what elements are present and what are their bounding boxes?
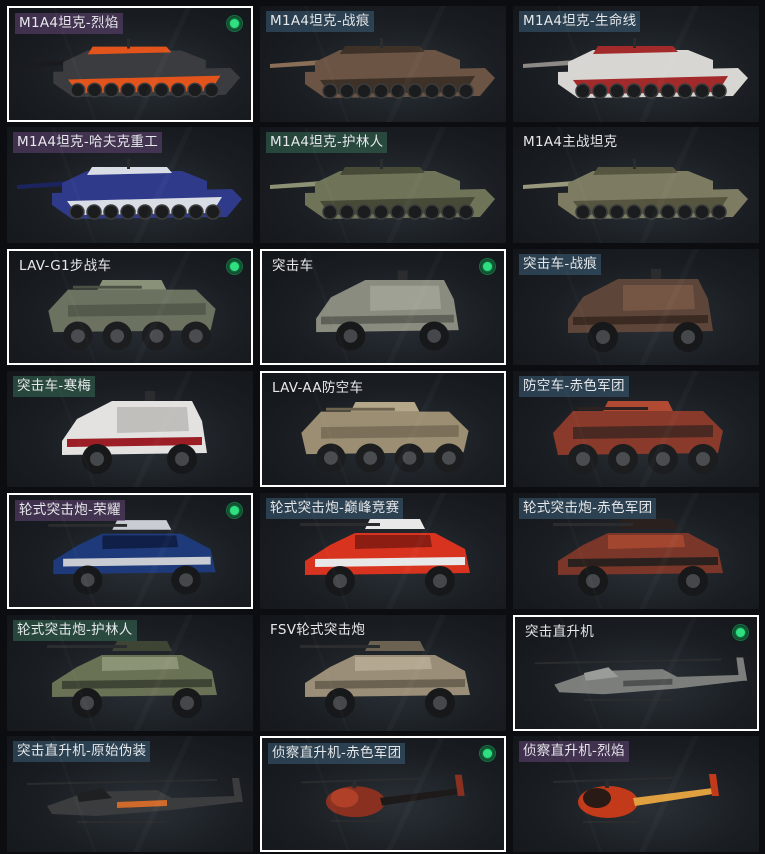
vehicle-skin-card[interactable]: M1A4坦克-生命线: [513, 6, 759, 122]
jeep-vehicle-art: [48, 520, 216, 595]
equipped-indicator-icon: [227, 259, 242, 274]
apc-vehicle-art: [301, 401, 469, 473]
vehicle-skin-card[interactable]: LAV-G1步战车: [7, 249, 253, 365]
scout-vehicle-art: [301, 774, 465, 822]
vehicle-skin-card[interactable]: LAV-AA防空车: [260, 371, 506, 487]
heli-vehicle-art: [26, 778, 243, 823]
vehicle-skin-card[interactable]: 轮式突击炮-赤色军团: [513, 493, 759, 609]
mrap-vehicle-art: [568, 269, 713, 352]
vehicle-skin-card[interactable]: 突击直升机-原始伪装: [7, 736, 253, 852]
vehicle-skin-name: 侦察直升机-赤色军团: [268, 743, 406, 764]
vehicle-skin-name: 轮式突击炮-巅峰竞赛: [266, 498, 404, 519]
vehicle-skin-name: M1A4主战坦克: [523, 134, 618, 150]
tank-vehicle-art: [523, 38, 748, 99]
vehicle-skin-card[interactable]: 侦察直升机-赤色军团: [260, 736, 506, 852]
vehicle-skin-name: LAV-G1步战车: [19, 258, 112, 274]
vehicle-skin-card[interactable]: FSV轮式突击炮: [260, 615, 506, 731]
equipped-indicator-icon: [480, 746, 495, 761]
vehicle-skin-name: M1A4坦克-护林人: [266, 132, 388, 153]
vehicle-skin-card[interactable]: 侦察直升机-烈焰: [513, 736, 759, 852]
vehicle-skin-card[interactable]: 轮式突击炮-护林人: [7, 615, 253, 731]
vehicle-skin-card[interactable]: 突击车-寒梅: [7, 371, 253, 487]
vehicle-skin-name: 轮式突击炮-荣耀: [15, 500, 125, 521]
jeep-vehicle-art: [553, 519, 723, 596]
apc-vehicle-art: [48, 279, 216, 351]
tank-vehicle-art: [270, 159, 495, 220]
scout-vehicle-art: [552, 774, 719, 823]
vehicle-skin-name: 突击车: [272, 258, 314, 274]
vehicle-skin-card[interactable]: M1A4主战坦克: [513, 127, 759, 243]
tank-vehicle-art: [17, 159, 242, 220]
mrap-vehicle-art: [62, 391, 207, 474]
tank-vehicle-art: [523, 159, 748, 220]
vehicle-skin-card[interactable]: 轮式突击炮-巅峰竞赛: [260, 493, 506, 609]
vehicle-skin-name: 轮式突击炮-赤色军团: [519, 498, 657, 519]
jeep-vehicle-art: [300, 519, 470, 596]
equipped-indicator-icon: [480, 259, 495, 274]
equipped-indicator-icon: [227, 16, 242, 31]
vehicle-skin-card[interactable]: 突击车: [260, 249, 506, 365]
heli-vehicle-art: [534, 657, 748, 701]
vehicle-skin-name: M1A4坦克-战痕: [266, 11, 374, 32]
jeep-vehicle-art: [300, 641, 470, 718]
vehicle-skin-name: 突击直升机-原始伪装: [13, 741, 151, 762]
equipped-indicator-icon: [227, 503, 242, 518]
tank-vehicle-art: [18, 38, 241, 98]
vehicle-skin-name: 突击直升机: [525, 624, 594, 640]
vehicle-skin-card[interactable]: M1A4坦克-烈焰: [7, 6, 253, 122]
equipped-indicator-icon: [733, 625, 748, 640]
vehicle-skin-name: M1A4坦克-生命线: [519, 11, 641, 32]
vehicle-skin-name: 防空车-赤色军团: [519, 376, 629, 397]
vehicle-skin-name: LAV-AA防空车: [272, 380, 364, 396]
vehicle-skin-name: M1A4坦克-烈焰: [15, 13, 123, 34]
vehicle-skin-name: 侦察直升机-烈焰: [519, 741, 629, 762]
vehicle-skin-name: M1A4坦克-哈夫克重工: [13, 132, 163, 153]
mrap-vehicle-art: [316, 270, 459, 351]
vehicle-skin-card[interactable]: M1A4坦克-哈夫克重工: [7, 127, 253, 243]
tank-vehicle-art: [270, 38, 495, 99]
vehicle-skin-card[interactable]: 突击直升机: [513, 615, 759, 731]
vehicle-skin-card[interactable]: M1A4坦克-战痕: [260, 6, 506, 122]
vehicle-skin-name: 突击车-战痕: [519, 254, 602, 275]
vehicle-skin-card[interactable]: 突击车-战痕: [513, 249, 759, 365]
jeep-vehicle-art: [47, 641, 217, 718]
vehicle-skin-name: FSV轮式突击炮: [270, 622, 366, 638]
vehicle-skin-card[interactable]: M1A4坦克-护林人: [260, 127, 506, 243]
apc-vehicle-art: [553, 401, 723, 474]
vehicle-skin-name: 突击车-寒梅: [13, 376, 96, 397]
vehicle-skin-card[interactable]: 轮式突击炮-荣耀: [7, 493, 253, 609]
vehicle-skin-grid: M1A4坦克-烈焰 M1A4坦克-战痕 M1A4坦克-生命线 M1A4坦克-哈夫克重工…: [0, 0, 765, 854]
vehicle-skin-card[interactable]: 防空车-赤色军团: [513, 371, 759, 487]
vehicle-skin-name: 轮式突击炮-护林人: [13, 620, 137, 641]
